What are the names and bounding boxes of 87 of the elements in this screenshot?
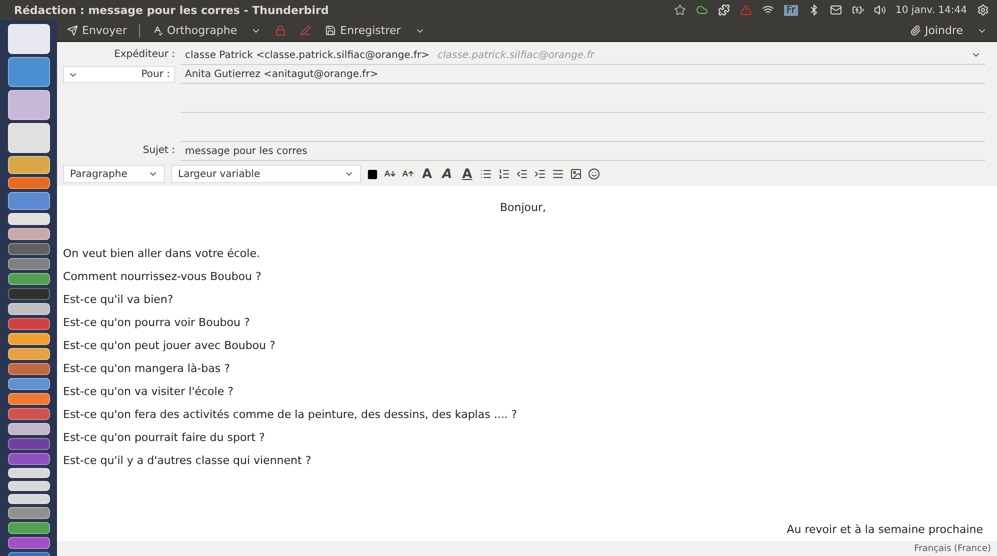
from-label: Expéditeur : [113,48,175,62]
app-tile-icon[interactable] [8,378,50,390]
warning-icon [740,4,752,16]
font-value: Largeur variable [178,168,260,180]
body-line: Est-ce qu'on pourrait faire du sport ? [63,430,266,446]
image-icon [570,168,582,180]
paragraph-value: Paragraphe [70,168,128,180]
body-line: Est-ce qu'on mangera là-bas ? [63,361,231,377]
volume-icon [874,4,886,16]
app-tile-icon[interactable] [8,393,50,405]
recipient-type-dropdown[interactable]: Pour : [63,66,175,83]
paragraph-dropdown[interactable]: Paragraphe [63,165,165,183]
app-tile-icon[interactable] [8,192,50,210]
save-icon [325,25,336,36]
spell-icon [152,25,163,36]
app-tile-icon[interactable] [8,213,50,225]
app-tile-icon[interactable] [8,57,50,87]
app-tile-icon[interactable] [8,468,50,478]
outdent-icon [516,168,528,180]
app-tile-icon[interactable] [8,494,50,504]
star-icon [674,4,686,16]
subject-field[interactable]: message pour les corres [181,142,985,161]
align-icon [552,168,564,180]
indent-icon [534,168,546,180]
smiley-icon [588,168,600,180]
bold-button[interactable]: A [420,166,434,182]
subject-label: Sujet : [142,144,175,158]
battery-icon [852,4,864,16]
from-field[interactable]: classe Patrick <classe.patrick.silfiac@orange.fr> classe.patrick.silfiac@orange.fr [181,46,985,65]
body-line: Est-ce qu'on peut jouer avec Boubou ? [63,338,276,354]
body-line: Est-ce qu'il va bien? [63,292,174,308]
app-tile-icon[interactable] [8,273,50,285]
clock[interactable]: 10 janv. 14:44 [896,4,967,16]
app-tile-icon[interactable] [8,123,50,153]
app-tile-icon[interactable] [8,303,50,315]
body-line: Comment nourrissez-vous Boubou ? [63,269,262,285]
save-button[interactable]: Enregistrer [323,22,403,40]
attach-button[interactable]: Joindre [908,22,965,40]
app-tile-icon[interactable] [8,408,50,420]
body-line: Est-ce qu'on fera des activités comme de la peinture, des dessins, des kaplas .... ? [63,407,518,423]
send-button[interactable]: Envoyer [65,22,129,40]
text-color-icon[interactable] [367,168,378,180]
to-field[interactable]: Anita Gutierrez <anitagut@orange.fr> [181,65,985,84]
app-tile-icon[interactable] [8,177,50,189]
body-line: Bonjour, [498,200,548,216]
body-line: On veut bien aller dans votre école. [63,246,261,262]
app-tile-icon[interactable] [8,453,50,465]
body-line: Est-ce qu'il y a d'autres classe qui viennent ? [63,453,312,469]
app-tile-icon[interactable] [8,522,50,534]
body-line: Est-ce qu'on va visiter l'école ? [63,384,234,400]
app-tile-icon[interactable] [8,243,50,255]
spelling-button[interactable]: Orthographe [150,22,240,40]
app-tile-icon[interactable] [8,90,50,120]
puzzle-icon [718,4,730,16]
font-dropdown[interactable]: Largeur variable [171,165,361,183]
app-tile-icon[interactable] [8,507,50,519]
app-tile-icon[interactable] [8,24,50,54]
app-tile-icon[interactable] [8,318,50,330]
app-tile-icon[interactable] [8,438,50,450]
app-tile-icon[interactable] [8,228,50,240]
body-line: Est-ce qu'on pourra voir Boubou ? [63,315,251,331]
app-tile-icon[interactable] [8,537,50,549]
italic-button[interactable]: A [440,166,454,182]
security-icon [275,25,286,36]
app-tile-icon[interactable] [8,481,50,491]
from-address-hint: classe.patrick.silfiac@orange.fr [438,50,596,60]
cloud-icon [696,4,708,16]
sign-icon [300,25,312,36]
paperclip-icon [910,25,921,36]
window-title: Rédaction : message pour les corres - Thunderbird [14,4,330,16]
language-indicator[interactable]: Français (France) [914,544,991,554]
to-label: Pour : [141,69,170,80]
settings-icon [977,4,989,16]
numbered-list-icon [498,168,510,180]
app-tile-icon[interactable] [8,258,50,270]
app-tile-icon[interactable] [8,363,50,375]
underline-button[interactable]: A [460,166,474,182]
keyboard-indicator[interactable]: Fr [784,4,798,16]
mail-icon [830,4,842,16]
from-value: classe Patrick <classe.patrick.silfiac@orange.fr> [185,50,430,60]
app-tile-icon[interactable] [8,333,50,345]
send-icon [67,25,78,36]
body-line: Au revoir et à la semaine prochaine [786,522,983,538]
app-tile-icon[interactable] [8,156,50,174]
app-tile-icon[interactable] [8,423,50,435]
app-tile-icon[interactable] [8,288,50,300]
app-tile-icon[interactable] [8,348,50,360]
